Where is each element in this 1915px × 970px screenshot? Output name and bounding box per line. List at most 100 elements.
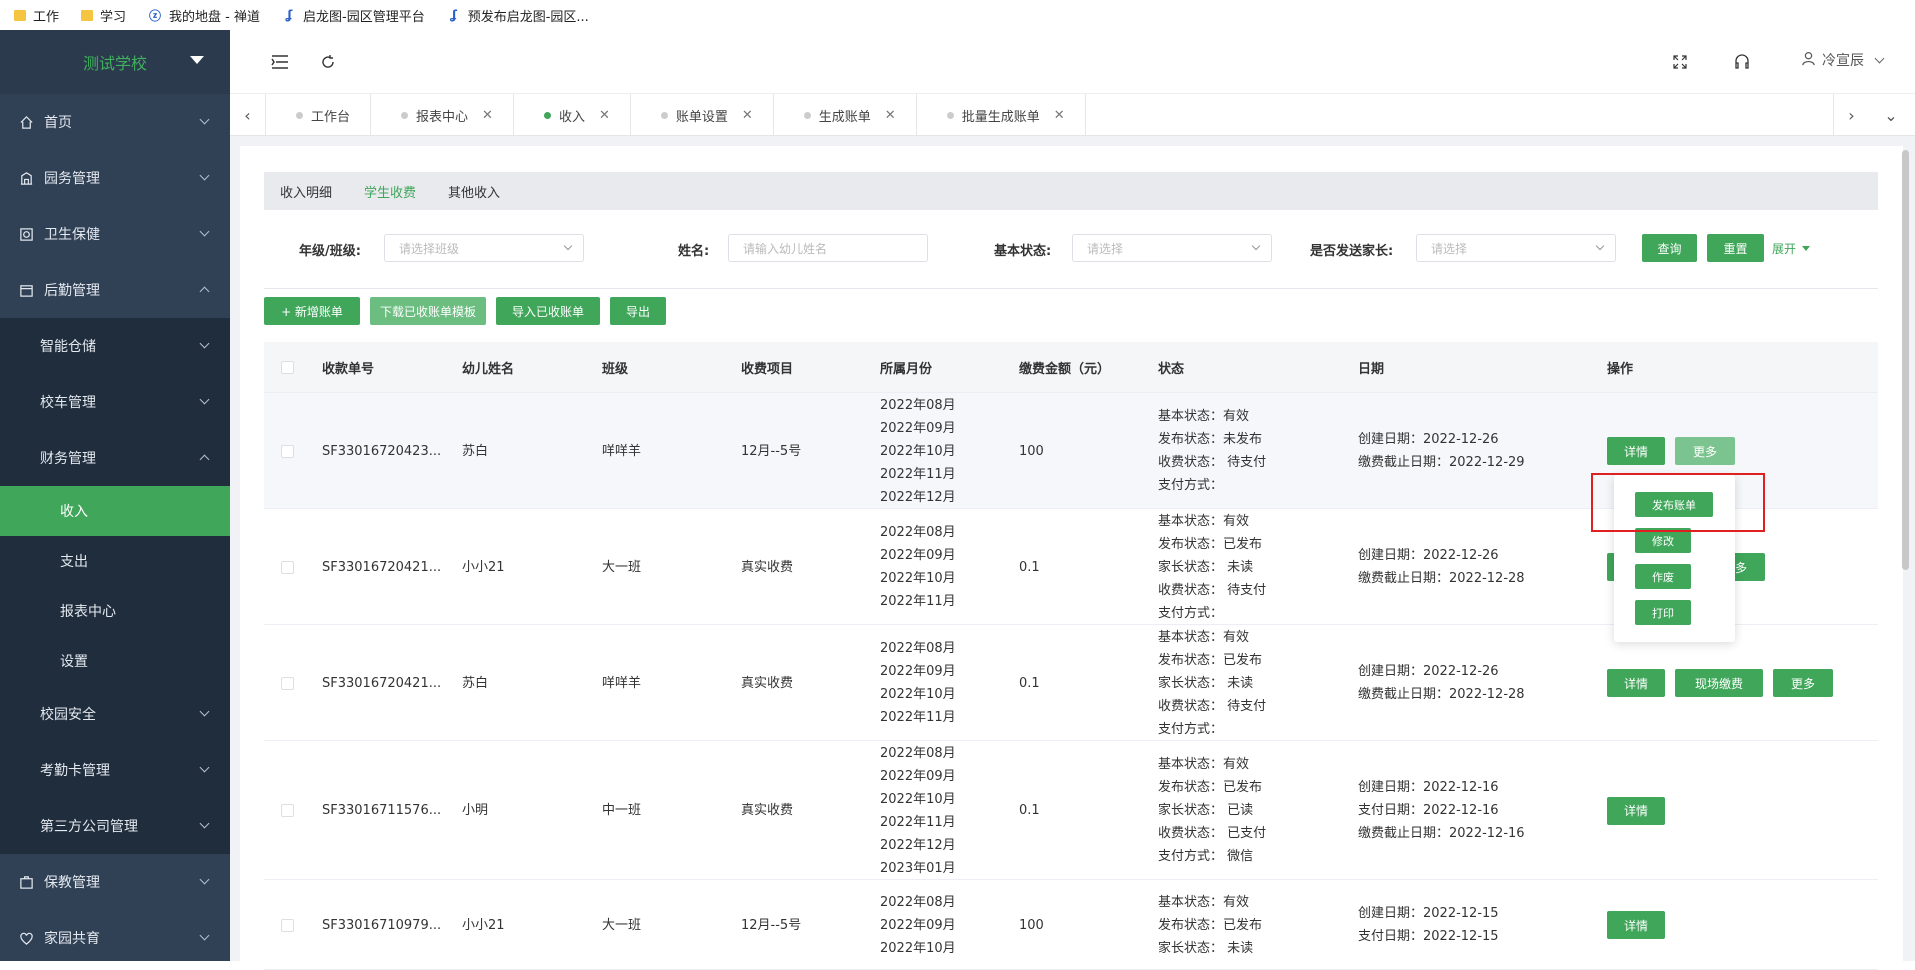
menu-toggle-icon[interactable] (270, 52, 290, 72)
close-icon[interactable]: ✕ (885, 108, 896, 123)
sidebar-item-storage[interactable]: 智能仓储 (0, 318, 230, 374)
sidebar-item-campus-safety[interactable]: 校园安全 (0, 686, 230, 742)
close-icon[interactable]: ✕ (482, 108, 493, 123)
more-button[interactable]: 更多 (1773, 669, 1833, 697)
status-select[interactable]: 请选择 (1072, 234, 1272, 262)
tab-dot (543, 111, 551, 119)
sidebar-item-finance[interactable]: 财务管理 (0, 430, 230, 486)
chevron-down-icon (199, 114, 210, 125)
edit-bill-button[interactable]: 修改 (1635, 528, 1691, 553)
tabs-scroll-left-icon[interactable]: ‹ (230, 94, 266, 136)
fee-item-cell: 12月--5号 (741, 917, 802, 933)
header-status: 状态 (1158, 361, 1185, 377)
row-checkbox[interactable] (281, 804, 294, 817)
school-switcher[interactable]: 测试学校 (0, 30, 230, 94)
detail-button[interactable]: 详情 (1607, 437, 1665, 465)
sidebar-item-attendance-card[interactable]: 考勤卡管理 (0, 742, 230, 798)
chevron-down-icon (199, 706, 210, 717)
scrollbar[interactable] (1902, 150, 1909, 570)
query-button[interactable]: 查询 (1642, 234, 1697, 262)
refresh-icon[interactable] (318, 52, 338, 72)
close-icon[interactable]: ✕ (742, 108, 753, 123)
month-cell: 2022年08月 2022年09月 2022年10月 (880, 894, 956, 956)
tab-generate-bill[interactable]: 生成账单 ✕ (774, 94, 917, 136)
send-parent-select[interactable]: 请选择 (1416, 234, 1616, 262)
sidebar-item-third-party[interactable]: 第三方公司管理 (0, 798, 230, 854)
expand-toggle[interactable]: 展开 (1772, 240, 1811, 257)
bookmark-work[interactable]: 工作 (14, 6, 59, 25)
family-icon (18, 930, 34, 946)
detail-button[interactable]: 详情 (1607, 669, 1665, 697)
bookmark-preview-platform[interactable]: ʆ 预发布启龙图-园区... (447, 6, 588, 25)
sidebar-item-income[interactable]: 收入 (0, 486, 230, 536)
row-checkbox[interactable] (281, 560, 294, 574)
top-bar: 冷宣辰 (230, 30, 1915, 94)
subtab-income-detail[interactable]: 收入明细 (264, 172, 348, 210)
sidebar-item-affairs[interactable]: 园务管理 (0, 150, 230, 206)
select-all-checkbox[interactable] (281, 361, 294, 374)
building-icon (18, 170, 34, 186)
subtab-student-fees[interactable]: 学生收费 (348, 172, 432, 210)
row-checkbox[interactable] (281, 918, 294, 932)
headset-icon[interactable] (1732, 52, 1752, 72)
sidebar-item-logistics[interactable]: 后勤管理 (0, 262, 230, 318)
checkbox-cell (281, 880, 294, 970)
month-cell: 2022年08月 2022年09月 2022年10月 2022年11月 (880, 641, 956, 725)
tabs-dropdown-icon[interactable]: ⌄ (1873, 94, 1909, 136)
import-bills-button[interactable]: 导入已收账单 (496, 297, 600, 325)
sidebar-item-settings[interactable]: 设置 (0, 636, 230, 686)
export-button[interactable]: 导出 (610, 297, 666, 325)
teaching-icon (18, 874, 34, 890)
tab-batch-generate-bill[interactable]: 批量生成账单 ✕ (917, 94, 1086, 136)
publish-bill-button[interactable]: 发布账单 (1635, 492, 1713, 517)
tab-report-center[interactable]: 报表中心 ✕ (371, 94, 514, 136)
row-checkbox[interactable] (281, 444, 294, 458)
onsite-payment-button[interactable]: 现场缴费 (1675, 669, 1763, 697)
chevron-down-icon (199, 226, 210, 237)
sidebar-item-bus[interactable]: 校车管理 (0, 374, 230, 430)
income-subtabs: 收入明细 学生收费 其他收入 (264, 172, 1878, 210)
close-icon[interactable]: ✕ (599, 108, 610, 123)
sidebar-item-health[interactable]: 卫生保健 (0, 206, 230, 262)
fullscreen-icon[interactable] (1670, 52, 1690, 72)
date-cell: 创建日期：2022-12-26 缴费截止日期：2022-12-28 (1358, 548, 1525, 586)
user-menu[interactable]: 冷宣辰 (1801, 50, 1885, 70)
sidebar-item-expense[interactable]: 支出 (0, 536, 230, 586)
header-child-name: 幼儿姓名 (462, 361, 515, 377)
header-operations: 操作 (1607, 361, 1634, 377)
bookmark-study[interactable]: 学习 (81, 6, 126, 25)
add-bill-button[interactable]: + 新增账单 (264, 297, 360, 325)
row-checkbox[interactable] (281, 676, 294, 690)
table-row: SF33016720421... 苏白 咩咩羊 真实收费 2022年08月 2022年09… (264, 625, 1878, 741)
name-input[interactable]: 请输入幼儿姓名 (728, 234, 928, 262)
month-cell: 2022年08月 2022年09月 2022年10月 2022年11月 (880, 525, 956, 609)
more-button[interactable]: 更多 (1675, 437, 1735, 465)
download-template-button[interactable]: 下载已收账单模板 (370, 297, 486, 325)
sidebar-item-teaching[interactable]: 保教管理 (0, 854, 230, 910)
user-name: 冷宣辰 (1822, 53, 1864, 69)
detail-button[interactable]: 详情 (1607, 796, 1665, 825)
grade-select[interactable]: 请选择班级 (384, 234, 584, 262)
school-name: 测试学校 (82, 54, 147, 73)
filter-bar: 年级/班级: 请选择班级 姓名: 请输入幼儿姓名 基本状态: 请选择 是否发送家… (264, 232, 1878, 288)
tabs-scroll-right-icon[interactable]: › (1833, 94, 1869, 136)
void-bill-button[interactable]: 作废 (1635, 564, 1691, 589)
reset-button[interactable]: 重置 (1707, 234, 1764, 262)
child-name-cell: 小小21 (462, 559, 505, 575)
more-actions-popup: 发布账单 修改 作废 打印 (1614, 475, 1735, 642)
sidebar-item-reports[interactable]: 报表中心 (0, 586, 230, 636)
sidebar-item-family[interactable]: 家园共育 (0, 910, 230, 961)
sidebar-item-home[interactable]: 首页 (0, 94, 230, 150)
tab-workbench[interactable]: 工作台 (266, 94, 372, 136)
subtab-other-income[interactable]: 其他收入 (432, 172, 516, 210)
bookmark-zentao[interactable]: ⓩ 我的地盘 - 禅道 (148, 6, 260, 25)
table-row: SF33016710979... 小小21 大一班 12月--5号 2022年08月 20… (264, 880, 1878, 970)
print-bill-button[interactable]: 打印 (1635, 600, 1691, 625)
bookmark-park-platform[interactable]: ʆ 启龙图-园区管理平台 (282, 6, 425, 25)
tab-bill-settings[interactable]: 账单设置 ✕ (631, 94, 774, 136)
chevron-up-icon (199, 454, 210, 465)
close-icon[interactable]: ✕ (1054, 108, 1065, 123)
detail-button[interactable]: 详情 (1607, 911, 1665, 939)
tab-income[interactable]: 收入 ✕ (514, 94, 631, 136)
status-label: 基本状态: (994, 244, 1052, 259)
